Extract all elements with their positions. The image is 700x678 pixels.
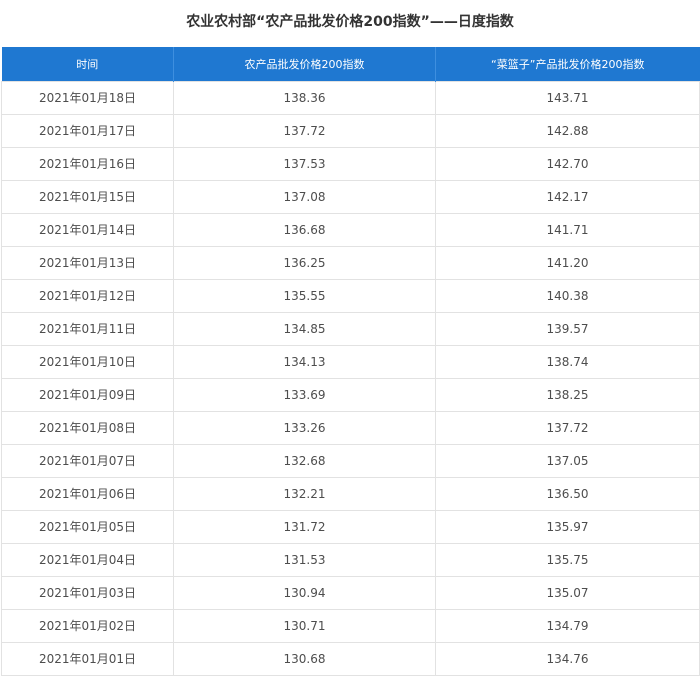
cell-basket200: 135.75 — [435, 542, 700, 577]
cell-date: 2021年01月17日 — [1, 113, 174, 148]
table-row: 2021年01月17日 137.72 142.88 — [1, 113, 700, 148]
page: 农业农村部“农产品批发价格200指数”——日度指数 时间 农产品批发价格200指… — [0, 0, 700, 678]
cell-date: 2021年01月15日 — [1, 179, 174, 214]
table-row: 2021年01月01日 130.68 134.76 — [1, 641, 700, 676]
table-row: 2021年01月10日 134.13 138.74 — [1, 344, 700, 379]
cell-basket200: 141.71 — [435, 212, 700, 247]
cell-index200: 130.94 — [173, 575, 436, 610]
cell-index200: 137.08 — [173, 179, 436, 214]
cell-date: 2021年01月12日 — [1, 278, 174, 313]
table-row: 2021年01月14日 136.68 141.71 — [1, 212, 700, 247]
column-header-basket200: “菜篮子”产品批发价格200指数 — [435, 47, 700, 81]
cell-index200: 132.21 — [173, 476, 436, 511]
table-row: 2021年01月09日 133.69 138.25 — [1, 377, 700, 412]
cell-date: 2021年01月02日 — [1, 608, 174, 643]
cell-index200: 130.71 — [173, 608, 436, 643]
cell-basket200: 137.05 — [435, 443, 700, 478]
cell-basket200: 136.50 — [435, 476, 700, 511]
table-row: 2021年01月03日 130.94 135.07 — [1, 575, 700, 610]
table-row: 2021年01月13日 136.25 141.20 — [1, 245, 700, 280]
cell-date: 2021年01月14日 — [1, 212, 174, 247]
cell-date: 2021年01月03日 — [1, 575, 174, 610]
cell-date: 2021年01月05日 — [1, 509, 174, 544]
cell-date: 2021年01月18日 — [1, 80, 174, 115]
table-row: 2021年01月05日 131.72 135.97 — [1, 509, 700, 544]
cell-index200: 132.68 — [173, 443, 436, 478]
table-row: 2021年01月11日 134.85 139.57 — [1, 311, 700, 346]
cell-basket200: 143.71 — [435, 80, 700, 115]
table-row: 2021年01月15日 137.08 142.17 — [1, 179, 700, 214]
cell-date: 2021年01月16日 — [1, 146, 174, 181]
cell-basket200: 134.76 — [435, 641, 700, 676]
cell-date: 2021年01月07日 — [1, 443, 174, 478]
cell-basket200: 142.70 — [435, 146, 700, 181]
cell-basket200: 135.07 — [435, 575, 700, 610]
cell-basket200: 142.17 — [435, 179, 700, 214]
cell-date: 2021年01月11日 — [1, 311, 174, 346]
cell-index200: 131.53 — [173, 542, 436, 577]
cell-index200: 135.55 — [173, 278, 436, 313]
cell-index200: 136.25 — [173, 245, 436, 280]
cell-index200: 137.53 — [173, 146, 436, 181]
cell-index200: 134.13 — [173, 344, 436, 379]
cell-basket200: 141.20 — [435, 245, 700, 280]
table-row: 2021年01月06日 132.21 136.50 — [1, 476, 700, 511]
cell-basket200: 139.57 — [435, 311, 700, 346]
cell-basket200: 137.72 — [435, 410, 700, 445]
cell-date: 2021年01月13日 — [1, 245, 174, 280]
cell-index200: 138.36 — [173, 80, 436, 115]
cell-index200: 133.69 — [173, 377, 436, 412]
column-header-date: 时间 — [76, 57, 99, 71]
price-index-table: 时间 农产品批发价格200指数 “菜篮子”产品批发价格200指数 2021年01… — [1, 47, 700, 676]
table-row: 2021年01月16日 137.53 142.70 — [1, 146, 700, 181]
cell-index200: 137.72 — [173, 113, 436, 148]
cell-basket200: 138.25 — [435, 377, 700, 412]
cell-date: 2021年01月09日 — [1, 377, 174, 412]
cell-date: 2021年01月08日 — [1, 410, 174, 445]
header-row: 时间 农产品批发价格200指数 “菜篮子”产品批发价格200指数 — [1, 47, 700, 81]
cell-date: 2021年01月06日 — [1, 476, 174, 511]
cell-index200: 133.26 — [173, 410, 436, 445]
table-header: 时间 农产品批发价格200指数 “菜篮子”产品批发价格200指数 — [1, 47, 700, 81]
cell-date: 2021年01月04日 — [1, 542, 174, 577]
cell-date: 2021年01月10日 — [1, 344, 174, 379]
table-row: 2021年01月08日 133.26 137.72 — [1, 410, 700, 445]
cell-basket200: 134.79 — [435, 608, 700, 643]
page-title: 农业农村部“农产品批发价格200指数”——日度指数 — [186, 14, 514, 30]
cell-index200: 136.68 — [173, 212, 436, 247]
column-header-index200: 农产品批发价格200指数 — [173, 47, 436, 81]
cell-basket200: 142.88 — [435, 113, 700, 148]
cell-index200: 134.85 — [173, 311, 436, 346]
table-row: 2021年01月18日 138.36 143.71 — [1, 80, 700, 115]
cell-basket200: 135.97 — [435, 509, 700, 544]
cell-index200: 130.68 — [173, 641, 436, 676]
cell-index200: 131.72 — [173, 509, 436, 544]
table-row: 2021年01月04日 131.53 135.75 — [1, 542, 700, 577]
table-row: 2021年01月12日 135.55 140.38 — [1, 278, 700, 313]
cell-date: 2021年01月01日 — [1, 641, 174, 676]
cell-basket200: 138.74 — [435, 344, 700, 379]
cell-basket200: 140.38 — [435, 278, 700, 313]
table-body: 2021年01月18日 138.36 143.71 2021年01月17日 137.7… — [1, 80, 700, 676]
table-row: 2021年01月07日 132.68 137.05 — [1, 443, 700, 478]
table-row: 2021年01月02日 130.71 134.79 — [1, 608, 700, 643]
